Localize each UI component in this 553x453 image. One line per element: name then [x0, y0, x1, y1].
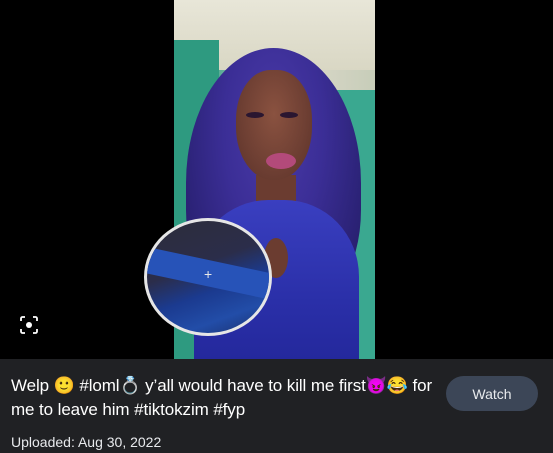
video-caption: Welp 🙂 #loml💍 y’all would have to kill m…: [11, 376, 433, 419]
left-eye: [246, 112, 264, 118]
crosshair-icon: +: [204, 266, 213, 282]
upload-date: Uploaded: Aug 30, 2022: [11, 434, 162, 450]
lens-search-icon[interactable]: [18, 314, 40, 336]
right-eye: [280, 112, 298, 118]
watch-button[interactable]: Watch: [446, 376, 538, 411]
magnifier-lens[interactable]: +: [144, 218, 272, 336]
lips: [266, 153, 296, 169]
media-viewer: +: [0, 0, 553, 359]
